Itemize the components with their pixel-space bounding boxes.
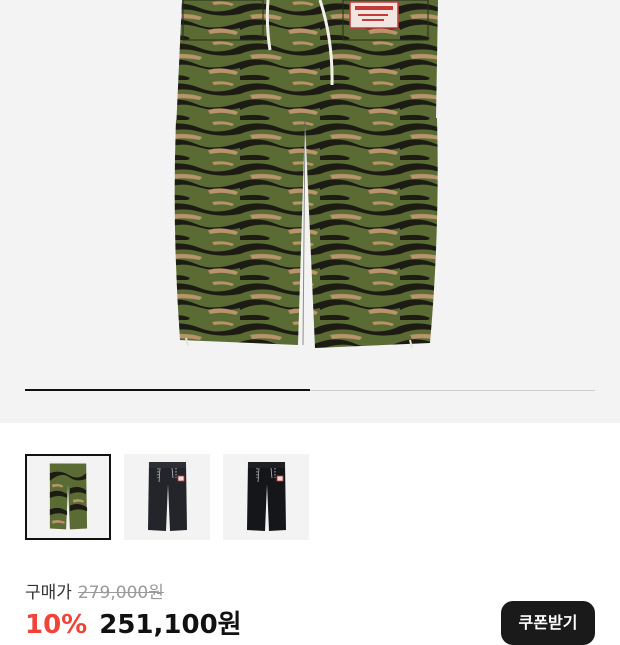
carousel-progress-track [25,389,595,391]
price-sale-row: 10% 251,100원 [25,604,242,641]
coupon-download-button[interactable]: 쿠폰받기 [501,601,595,645]
thumb-tiger-camo[interactable] [25,454,111,540]
thumb-black-pants-1[interactable] [124,454,210,540]
carousel-progress-fill [25,389,310,391]
sale-price: 251,100원 [99,610,242,640]
product-image-camo-pants [174,0,438,349]
thumb-black-pants-2[interactable] [223,454,309,540]
camo-pants-thumb-image [49,463,88,530]
product-image-carousel[interactable] [0,0,620,423]
black-pants-thumb-image-2 [247,462,286,531]
original-price: 279,000원 [77,583,164,603]
price-label: 구매가 [25,583,72,603]
black-pants-thumb-image-1 [148,462,187,531]
price-original-row: 구매가 279,000원 [25,578,164,603]
discount-rate: 10% [25,610,88,640]
